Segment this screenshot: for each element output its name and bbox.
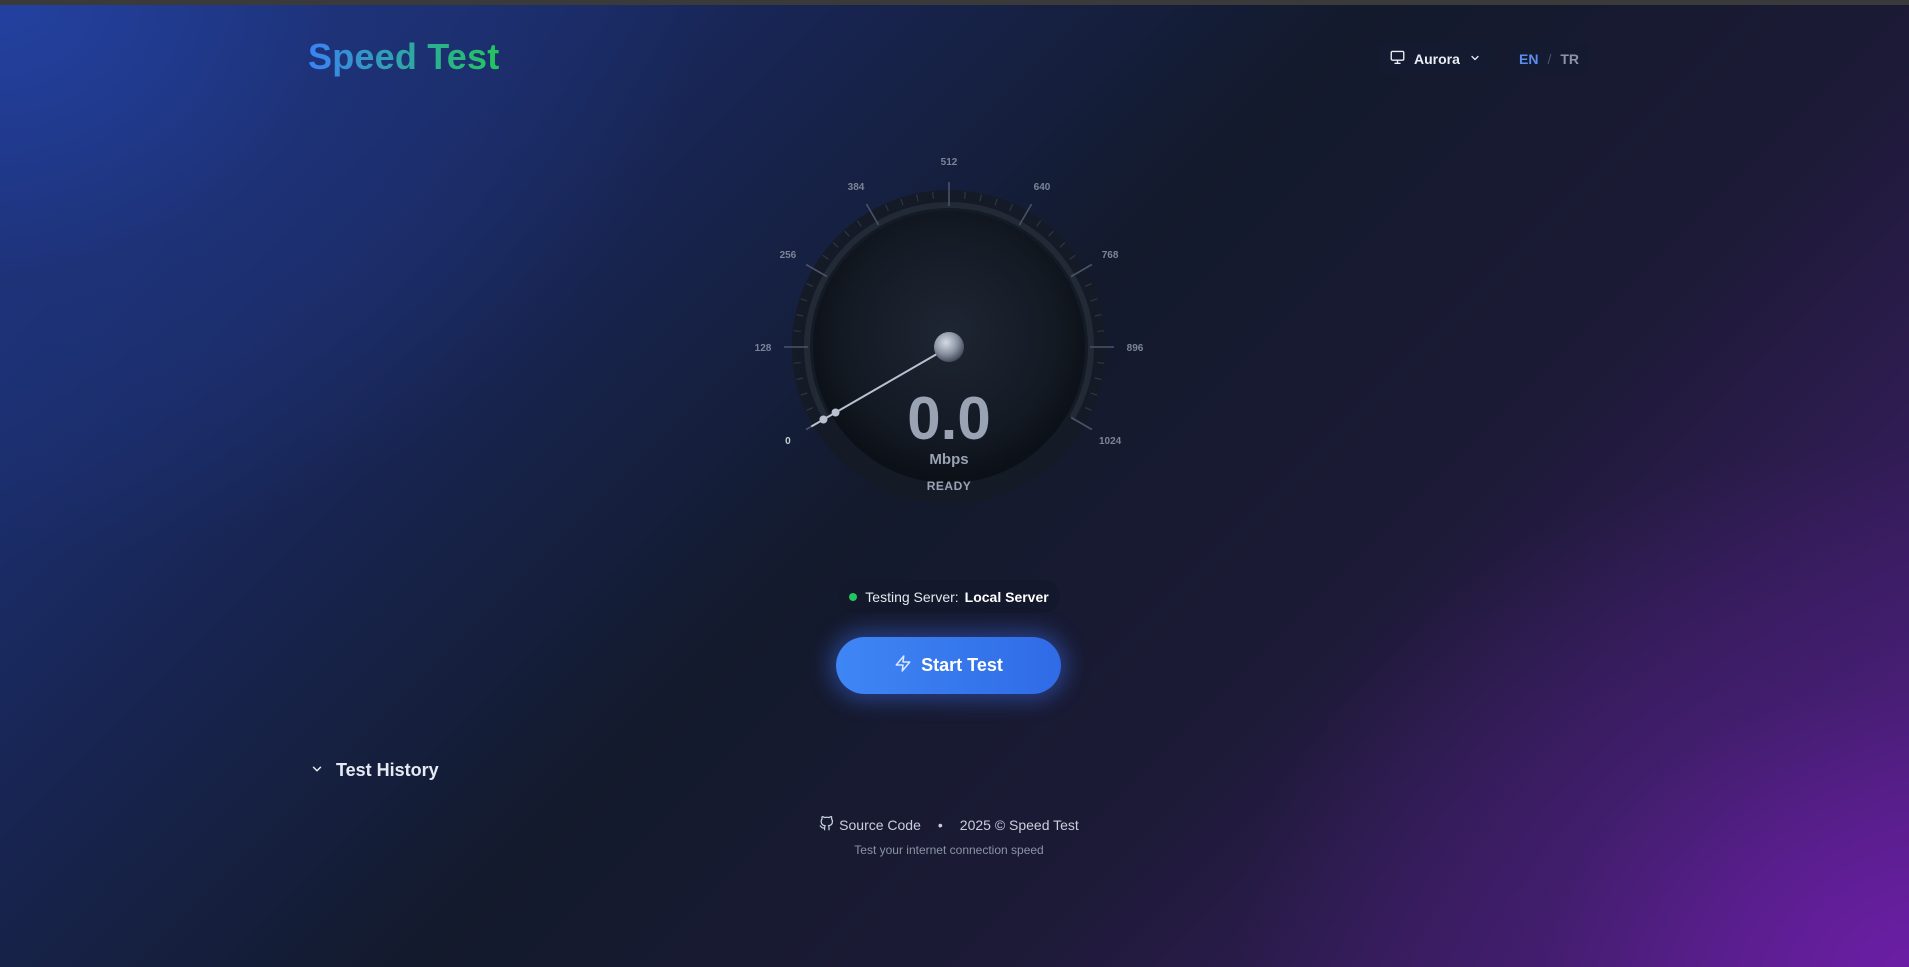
- logo-word-speed: Speed: [308, 36, 418, 77]
- server-label: Testing Server:: [865, 588, 959, 605]
- server-status-dot: [849, 592, 858, 601]
- gauge-status: READY: [927, 479, 972, 493]
- gauge-minor-tick: [1097, 361, 1105, 364]
- footer: Source Code • 2025 © Speed Test: [0, 815, 1898, 834]
- gauge-minor-tick: [793, 361, 801, 364]
- monitor-icon: [1390, 50, 1405, 67]
- gauge-tick-label: 768: [1102, 250, 1119, 261]
- gauge-tick-label: 256: [780, 250, 797, 261]
- gauge-tick-label: 1024: [1099, 436, 1122, 447]
- gauge-needle-hub: [934, 332, 964, 362]
- window-top-border: [0, 0, 1909, 5]
- gauge-minor-tick: [1097, 330, 1105, 333]
- footer-tagline: Test your internet connection speed: [854, 843, 1044, 857]
- gauge-needle-marker: [831, 408, 840, 417]
- language-separator: /: [1547, 50, 1552, 67]
- language-switcher: EN / TR: [1509, 43, 1589, 74]
- logo-word-test: Test: [427, 36, 500, 77]
- gauge-tick-label: 896: [1127, 343, 1144, 354]
- gauge-tick-label: 384: [848, 182, 865, 193]
- theme-label: Aurora: [1414, 50, 1460, 67]
- gauge-minor-tick: [932, 191, 935, 199]
- server-indicator: Testing Server: Local Server: [838, 580, 1060, 613]
- gauge-tick-label: 128: [755, 343, 772, 354]
- speed-value: 0.0: [907, 385, 990, 452]
- gauge-tick-label: 640: [1034, 182, 1051, 193]
- gauge-minor-tick: [963, 191, 966, 199]
- lightning-icon: [894, 654, 912, 678]
- test-history-toggle[interactable]: Test History: [310, 760, 439, 781]
- app-logo: Speed Test: [308, 36, 499, 78]
- source-code-label: Source Code: [839, 817, 921, 833]
- language-tr[interactable]: TR: [1560, 51, 1579, 67]
- speed-gauge: 0 128 256 384 512 640 768 896 1024 0.0 Mbps READ…: [729, 142, 1169, 582]
- chevron-down-icon: [310, 760, 324, 781]
- gauge-tick-label: 0: [785, 436, 791, 447]
- start-test-button[interactable]: Start Test: [836, 637, 1061, 694]
- gauge-svg: 0 128 256 384 512 640 768 896 1024 0.0 Mbps READ…: [755, 157, 1144, 504]
- start-test-label: Start Test: [921, 655, 1003, 675]
- chevron-down-icon: [1469, 51, 1481, 67]
- copyright-text: 2025 © Speed Test: [959, 817, 1079, 833]
- gauge-minor-tick: [793, 330, 801, 333]
- theme-selector[interactable]: Aurora: [1378, 43, 1493, 74]
- gauge-needle-marker: [819, 415, 828, 424]
- speed-unit: Mbps: [929, 451, 968, 468]
- server-value: Local Server: [964, 588, 1049, 605]
- test-history-label: Test History: [336, 760, 439, 780]
- footer-bullet: •: [937, 817, 943, 833]
- source-code-link[interactable]: Source Code: [819, 815, 921, 834]
- github-icon: [819, 815, 834, 834]
- gauge-tick-label: 512: [941, 157, 958, 168]
- language-en[interactable]: EN: [1519, 51, 1538, 67]
